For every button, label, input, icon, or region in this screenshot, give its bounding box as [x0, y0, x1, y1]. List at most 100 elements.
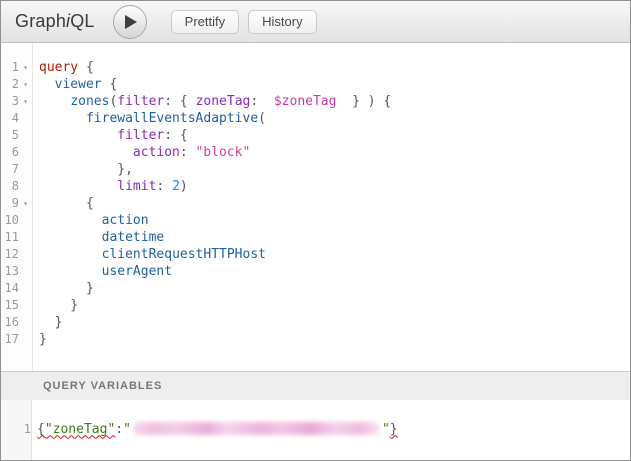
code-token: { [78, 60, 94, 75]
code-token: viewer [55, 77, 102, 92]
line-number: 16 [1, 314, 19, 331]
code-line[interactable]: firewallEventsAdaptive( [39, 110, 630, 127]
code-token: filter [117, 94, 164, 109]
code-token [39, 94, 70, 109]
code-token: zoneTag [196, 94, 251, 109]
graphiql-window: GraphiQL Prettify History 1▾2▾3▾456789▾1… [0, 0, 631, 461]
code-token: : [156, 179, 172, 194]
fold-arrow-icon[interactable]: ▾ [19, 76, 32, 93]
code-token: : [250, 94, 273, 109]
code-line[interactable]: }, [39, 161, 630, 178]
line-number: 8 [1, 178, 19, 195]
code-token: limit [117, 179, 156, 194]
variables-line[interactable]: {"zoneTag":""} [32, 400, 398, 461]
code-token: query [39, 60, 78, 75]
code-line[interactable]: { [39, 195, 630, 212]
code-token: } [39, 315, 62, 330]
code-token: }, [39, 162, 133, 177]
fold-arrow-icon[interactable]: ▾ [19, 195, 32, 212]
line-number: 13 [1, 263, 19, 280]
code-token: action [102, 213, 149, 228]
line-number: 17 [1, 331, 19, 348]
line-number: 10 [1, 212, 19, 229]
code-token [39, 145, 133, 160]
code-token: $zoneTag [274, 94, 337, 109]
line-number: 1 [1, 59, 19, 76]
code-token: } [39, 281, 94, 296]
code-token [39, 213, 102, 228]
code-token [39, 247, 102, 262]
brace-close: } [390, 422, 398, 437]
code-token [39, 230, 102, 245]
code-token: } [39, 298, 78, 313]
code-line[interactable]: zones(filter: { zoneTag: $zoneTag } ) { [39, 93, 630, 110]
history-button[interactable]: History [248, 10, 316, 34]
code-token: clientRequestHTTPHost [102, 247, 266, 262]
code-token: } ) { [336, 94, 391, 109]
line-number: 12 [1, 246, 19, 263]
code-line[interactable]: query { [39, 59, 630, 76]
code-line[interactable]: } [39, 314, 630, 331]
variable-key: "zoneTag" [45, 422, 115, 437]
code-token: ( [258, 111, 266, 126]
code-token: : { [164, 128, 187, 143]
line-number: 6 [1, 144, 19, 161]
code-token: userAgent [102, 264, 172, 279]
code-line[interactable]: clientRequestHTTPHost [39, 246, 630, 263]
query-variables-title: QUERY VARIABLES [43, 380, 162, 392]
code-line[interactable]: datetime [39, 229, 630, 246]
code-line[interactable]: limit: 2) [39, 178, 630, 195]
code-token [39, 77, 55, 92]
code-line[interactable]: } [39, 331, 630, 348]
code-token [39, 111, 86, 126]
code-token: zones [70, 94, 109, 109]
graphiql-logo: GraphiQL [15, 11, 95, 32]
line-number: 4 [1, 110, 19, 127]
code-line[interactable]: } [39, 280, 630, 297]
execute-query-button[interactable] [113, 5, 147, 39]
fold-arrow-icon[interactable]: ▾ [19, 93, 32, 110]
line-number: 15 [1, 297, 19, 314]
code-token: } [39, 332, 47, 347]
prettify-button[interactable]: Prettify [171, 10, 239, 34]
code-token [39, 179, 117, 194]
code-token: : [180, 145, 196, 160]
code-token: : { [164, 94, 195, 109]
fold-arrow-icon[interactable]: ▾ [19, 59, 32, 76]
line-number: 7 [1, 161, 19, 178]
line-number: 14 [1, 280, 19, 297]
redacted-zone-tag-value [133, 422, 380, 435]
code-token: firewallEventsAdaptive [86, 111, 258, 126]
code-token: datetime [102, 230, 165, 245]
query-editor[interactable]: 1▾2▾3▾456789▾1011121314151617 query { vi… [1, 43, 630, 371]
code-line[interactable]: action [39, 212, 630, 229]
quote-open: " [123, 422, 131, 437]
code-token [39, 128, 117, 143]
variables-editor[interactable]: 1 {"zoneTag":""} [1, 400, 630, 461]
variables-gutter: 1 [1, 400, 32, 461]
code-token: { [39, 196, 94, 211]
code-line[interactable]: viewer { [39, 76, 630, 93]
query-gutter: 1▾2▾3▾456789▾1011121314151617 [1, 43, 33, 371]
code-line[interactable]: userAgent [39, 263, 630, 280]
quote-close: " [382, 422, 390, 437]
code-token: "block" [196, 145, 251, 160]
code-line[interactable]: filter: { [39, 127, 630, 144]
logo-text: Graph [15, 11, 66, 31]
logo-text: QL [70, 11, 94, 31]
toolbar: GraphiQL Prettify History [1, 1, 630, 43]
line-number: 5 [1, 127, 19, 144]
brace-open: { [37, 422, 45, 437]
code-line[interactable]: } [39, 297, 630, 314]
code-token: 2 [172, 179, 180, 194]
query-variables-header[interactable]: QUERY VARIABLES [1, 371, 630, 400]
line-number: 1 [8, 421, 31, 438]
line-number: 3 [1, 93, 19, 110]
code-token [39, 264, 102, 279]
code-line[interactable]: action: "block" [39, 144, 630, 161]
code-token: { [102, 77, 118, 92]
play-icon [121, 14, 138, 30]
line-number: 11 [1, 229, 19, 246]
line-number: 2 [1, 76, 19, 93]
query-code[interactable]: query { viewer { zones(filter: { zoneTag… [33, 43, 630, 371]
